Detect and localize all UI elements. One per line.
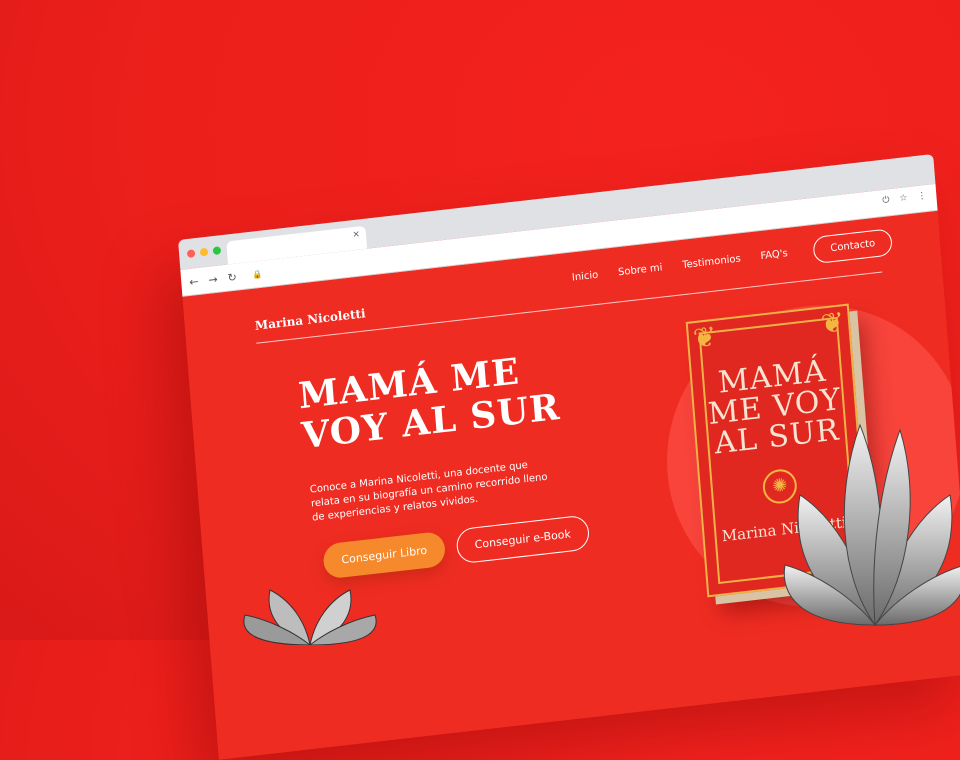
back-icon[interactable]: ← bbox=[189, 274, 199, 288]
get-book-button[interactable]: Conseguir Libro bbox=[322, 530, 447, 580]
contact-button[interactable]: Contacto bbox=[812, 228, 894, 265]
menu-item-sobre-mi[interactable]: Sobre mi bbox=[618, 262, 663, 278]
bookmark-star-icon[interactable]: ☆ bbox=[899, 193, 908, 204]
reload-icon[interactable]: ↻ bbox=[227, 270, 237, 284]
hero-title: MAMÁ ME VOY AL SUR bbox=[297, 340, 621, 457]
scene: × ← → ↻ 🔒 ⏻ ☆ ⋮ Marina Nicoletti Inicio … bbox=[0, 0, 960, 760]
lotus-flower-icon bbox=[243, 589, 377, 645]
minimize-window-dot[interactable] bbox=[199, 247, 209, 257]
maximize-window-dot[interactable] bbox=[212, 246, 222, 256]
kebab-menu-icon[interactable]: ⋮ bbox=[917, 191, 927, 202]
power-icon[interactable]: ⏻ bbox=[882, 195, 890, 206]
close-window-dot[interactable] bbox=[186, 249, 196, 259]
hero-actions: Conseguir Libro Conseguir e-Book bbox=[322, 514, 591, 580]
menu-item-faqs[interactable]: FAQ's bbox=[760, 248, 788, 262]
site-brand[interactable]: Marina Nicoletti bbox=[254, 306, 366, 333]
forward-icon[interactable]: → bbox=[208, 272, 218, 286]
lock-icon: 🔒 bbox=[252, 269, 263, 280]
hero-description: Conoce a Marina Nicoletti, una docente q… bbox=[309, 459, 548, 524]
lotus-flower-icon bbox=[783, 423, 960, 627]
flourish-icon: ❦ bbox=[691, 319, 718, 356]
menu-item-inicio[interactable]: Inicio bbox=[572, 270, 599, 284]
window-controls bbox=[186, 246, 222, 259]
tab-close-icon[interactable]: × bbox=[352, 229, 360, 240]
menu-item-testimonios[interactable]: Testimonios bbox=[682, 253, 741, 271]
get-ebook-button[interactable]: Conseguir e-Book bbox=[455, 514, 591, 565]
flourish-icon: ❦ bbox=[819, 305, 846, 341]
browser-toolbar-icons: ⏻ ☆ ⋮ bbox=[882, 191, 927, 206]
